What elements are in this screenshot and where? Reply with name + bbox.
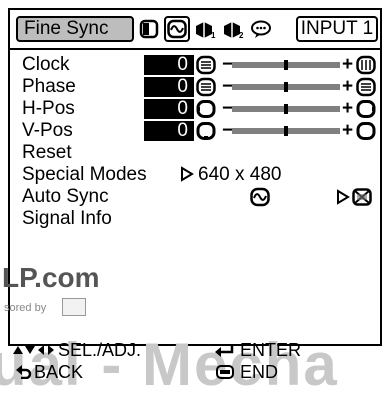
h-pos-slider[interactable] [232,104,340,114]
h-pos-left-icon [196,100,216,118]
language-icon[interactable] [248,16,274,42]
watermark-text: LP.com [2,262,100,293]
phase-large-icon [356,77,376,97]
clock-value: 0 [144,55,194,75]
footer-sel-adj: SEL./ADJ. [12,340,141,360]
enter-icon [215,344,234,357]
arrow-keys-icon [13,345,54,355]
row-label-phase[interactable]: Phase [22,76,76,98]
auto-sync-on-icon [250,187,270,207]
plus-icon: + [342,120,354,141]
footer-enter: ENTER [214,340,301,360]
special-modes-value: 640 x 480 [198,164,282,185]
tab-fine-sync[interactable]: Fine Sync [16,16,134,42]
plus-icon: + [342,54,354,75]
clock-slider[interactable] [232,60,340,70]
menu-item-auto-sync[interactable]: Auto Sync [22,186,109,208]
menu-item-special-modes[interactable]: Special Modes [22,164,147,186]
menu-item-reset[interactable]: Reset [22,142,72,164]
phase-value: 0 [144,77,194,97]
h-pos-value: 0 [144,99,194,119]
svg-text:1: 1 [211,31,216,39]
audio-icon[interactable]: 1 [192,16,218,42]
plus-icon: + [342,76,354,97]
picture-icon[interactable] [136,16,162,42]
input-indicator: INPUT 1 [296,16,378,42]
row-label-v-pos[interactable]: V-Pos [22,120,73,142]
enter-label: ENTER [240,340,302,360]
clock-large-icon [356,55,376,75]
end-icon [216,365,234,379]
row-label-clock[interactable]: Clock [22,54,70,76]
v-pos-up-icon [356,122,376,140]
footer-end: END [216,362,278,382]
back-icon [16,365,32,380]
watermark-logo [62,298,86,316]
arrow-right-outline-icon [181,166,194,182]
svg-text:2: 2 [239,31,244,39]
fine-sync-icon[interactable] [164,16,190,42]
sel-adj-label: SEL./ADJ. [58,340,142,360]
row-label-h-pos[interactable]: H-Pos [22,98,75,120]
arrow-right-outline-icon [337,189,350,205]
v-pos-value: 0 [144,121,194,141]
auto-sync-off-icon[interactable] [352,188,372,206]
menu-item-signal-info[interactable]: Signal Info [22,208,112,230]
watermark-subtext: sored by [4,302,47,314]
options-icon[interactable]: 2 [220,16,246,42]
fine-sync-menu: Fine Sync 1 2 INPUT 1 Clock 0 − + Phase … [2,8,382,346]
v-pos-down-icon [196,122,216,140]
back-label: BACK [34,362,84,382]
phase-small-icon [196,77,216,97]
end-label: END [240,362,279,382]
clock-small-icon [196,55,216,75]
plus-icon: + [342,98,354,119]
phase-slider[interactable] [232,82,340,92]
header-divider [10,48,380,50]
v-pos-slider[interactable] [232,126,340,136]
h-pos-right-icon [356,100,376,118]
footer-back: BACK [16,362,83,382]
